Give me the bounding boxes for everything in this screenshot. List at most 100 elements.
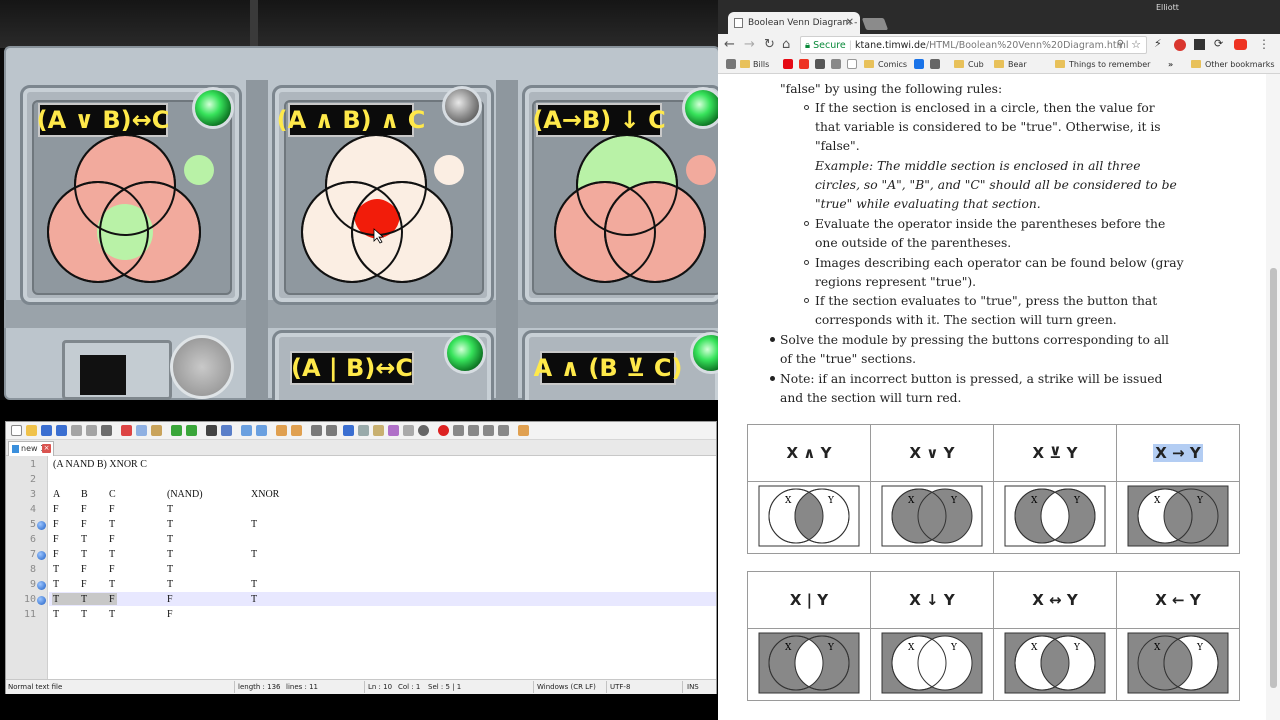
sync-v-icon[interactable]	[276, 425, 287, 436]
apps-icon[interactable]	[726, 59, 736, 69]
venn-and-icon: X Y	[758, 485, 860, 546]
cell-nand: F	[167, 594, 173, 605]
open-file-icon[interactable]	[26, 425, 37, 436]
run-macro-multiple-icon[interactable]	[483, 425, 494, 436]
cell-nand: F	[167, 609, 173, 620]
bookmark-icon[interactable]	[815, 59, 825, 69]
cell-a: T	[53, 609, 60, 620]
close-icon[interactable]: ×	[42, 444, 51, 453]
close-file-icon[interactable]	[71, 425, 82, 436]
amazon-icon[interactable]	[847, 59, 857, 69]
new-file-icon[interactable]	[11, 425, 22, 436]
operator-table-1: X ∧ Y X ∨ Y X ⊻ Y X → Y X Y X Y X Y X Y	[747, 424, 1240, 554]
venn-implies: X Y	[1116, 481, 1240, 554]
cell-xnor: T	[251, 579, 258, 590]
bookmark-other[interactable]: Other bookmarks	[1205, 60, 1275, 69]
function-list-icon[interactable]	[388, 425, 399, 436]
save-macro-icon[interactable]	[498, 425, 509, 436]
record-macro-icon[interactable]	[438, 425, 449, 436]
undo-icon[interactable]	[171, 425, 182, 436]
find-icon[interactable]	[206, 425, 217, 436]
operator-xnor: X ↔ Y	[993, 571, 1117, 629]
rule-2-line-1: Evaluate the operator inside the parenth…	[815, 217, 1166, 231]
line-number: 4	[29, 504, 36, 515]
zoom-out-icon[interactable]	[256, 425, 267, 436]
youtube-bookmark-icon[interactable]	[799, 59, 809, 69]
netflix-icon[interactable]	[783, 59, 793, 69]
venn-implied-by: X Y	[1116, 628, 1240, 701]
operator-or: X ∨ Y	[870, 424, 994, 482]
bookmark-comics[interactable]: Comics	[878, 60, 907, 69]
forward-arrow-icon[interactable]: →	[744, 37, 755, 52]
insert-mode[interactable]: INS	[687, 683, 699, 691]
address-bar[interactable]: 🔒︎ Secure | ktane.timwi.de/HTML/Boolean%…	[800, 36, 1147, 54]
play-macro-icon[interactable]	[468, 425, 479, 436]
stop-macro-icon[interactable]	[453, 425, 464, 436]
cell-b: T	[81, 534, 88, 545]
close-icon[interactable]: ✕	[846, 17, 854, 28]
encoding[interactable]: UTF-8	[610, 683, 630, 691]
bullet	[804, 221, 809, 226]
tab-new-1[interactable]: new 1 ×	[8, 441, 54, 456]
eol-format[interactable]: Windows (CR LF)	[537, 683, 596, 691]
cell-c: F	[109, 564, 115, 575]
reload-icon[interactable]: ↻	[764, 37, 775, 52]
more-bookmarks-chevron-icon[interactable]: »	[1168, 60, 1173, 69]
star-icon[interactable]: ☆	[1131, 38, 1141, 51]
sync-icon[interactable]: ⟳	[1214, 37, 1223, 50]
extension-bolt-icon[interactable]: ⚡	[1154, 37, 1162, 50]
monitor-icon[interactable]	[418, 425, 429, 436]
bookmark-cub[interactable]: Cub	[968, 60, 984, 69]
venn-y-label: Y	[950, 496, 958, 506]
venn-x-label: X	[1031, 643, 1038, 653]
bookmark-marker[interactable]	[37, 581, 46, 590]
folder-icon	[994, 60, 1004, 68]
home-icon[interactable]: ⌂	[782, 37, 790, 52]
save-all-icon[interactable]	[56, 425, 67, 436]
cell-xnor: XNOR	[251, 489, 280, 500]
folder-workspace-icon[interactable]	[403, 425, 414, 436]
scrollbar-thumb[interactable]	[1270, 268, 1277, 688]
editor-area[interactable]: 1 2 3 4 5 6 7 8 9 10 11 (A NAND B) XNOR …	[6, 456, 716, 679]
redo-icon[interactable]	[186, 425, 197, 436]
browser-tab-active[interactable]: Boolean Venn Diagram - ✕	[728, 12, 860, 34]
cut-icon[interactable]	[121, 425, 132, 436]
indent-guide-icon[interactable]	[343, 425, 354, 436]
save-icon[interactable]	[41, 425, 52, 436]
secure-label: Secure	[813, 40, 846, 51]
cell-a: F	[53, 504, 59, 515]
plugin-icon[interactable]	[518, 425, 529, 436]
close-all-icon[interactable]	[86, 425, 97, 436]
profile-name[interactable]: Elliott	[1156, 3, 1179, 12]
bookmark-marker[interactable]	[37, 521, 46, 530]
zoom-icon[interactable]: ⚲	[1117, 39, 1124, 50]
pandora-icon[interactable]	[914, 59, 924, 69]
adblock-icon[interactable]	[1174, 39, 1186, 51]
venn-y-label: Y	[827, 643, 835, 653]
udl-icon[interactable]	[358, 425, 369, 436]
operator-and: X ∧ Y	[747, 424, 871, 482]
print-icon[interactable]	[101, 425, 112, 436]
replace-icon[interactable]	[221, 425, 232, 436]
youtube-icon[interactable]	[1234, 39, 1247, 50]
copy-icon[interactable]	[136, 425, 147, 436]
selection-readout: Sel : 5 | 1	[428, 683, 462, 691]
paste-icon[interactable]	[151, 425, 162, 436]
bookmark-things-to-remember[interactable]: Things to remember	[1069, 60, 1150, 69]
bookmark-bear[interactable]: Bear	[1008, 60, 1027, 69]
bookmark-icon[interactable]	[930, 59, 940, 69]
bookmark-marker[interactable]	[37, 596, 46, 605]
line-number: 10	[23, 594, 36, 605]
word-wrap-icon[interactable]	[311, 425, 322, 436]
sync-h-icon[interactable]	[291, 425, 302, 436]
bookmark-icon[interactable]	[831, 59, 841, 69]
bookmark-bills[interactable]: Bills	[753, 60, 769, 69]
doc-map-icon[interactable]	[373, 425, 384, 436]
extension-grid-icon[interactable]	[1194, 39, 1205, 50]
new-tab-button[interactable]	[861, 18, 889, 30]
back-arrow-icon[interactable]: ←	[724, 37, 735, 52]
show-all-icon[interactable]	[326, 425, 337, 436]
bookmark-marker[interactable]	[37, 551, 46, 560]
menu-icon[interactable]: ⋮	[1258, 37, 1270, 51]
zoom-in-icon[interactable]	[241, 425, 252, 436]
